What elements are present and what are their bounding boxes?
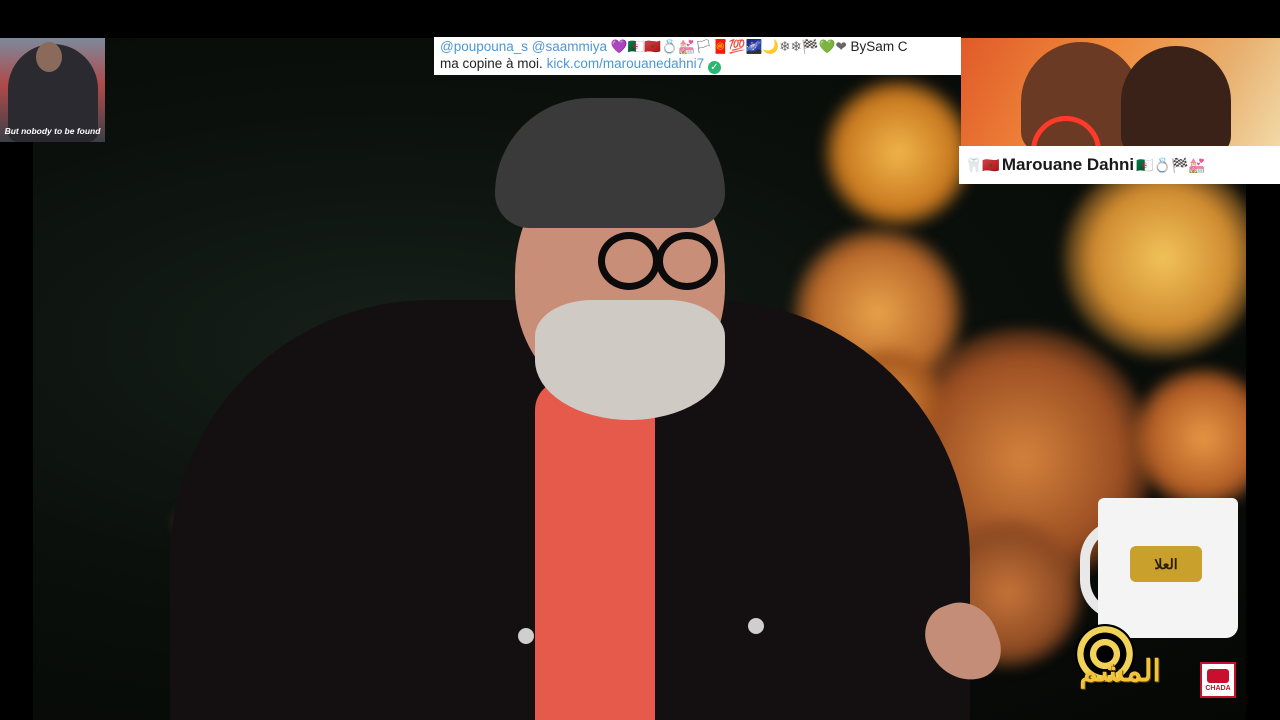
mug-logo: العلا	[1130, 546, 1202, 582]
thumbnail-face	[36, 42, 62, 72]
chat-message-text: ma copine à moi.	[440, 56, 543, 71]
show-logo-text: المشم	[1079, 654, 1161, 688]
chat-line-1: @poupouna_s @saammiya 💜🇩🇿🇲🇦💍💒🏳🧧💯🌌🌙❄❄🏁💚❤ …	[440, 38, 955, 55]
verified-check-icon: ✓	[707, 61, 721, 74]
streamer-name-bar: 🦷🇲🇦 Marouane Dahni 🇩🇿💍🏁💒	[959, 146, 1280, 184]
glasses-right-lens	[656, 232, 718, 290]
channel-logo: CHADA	[1200, 662, 1236, 698]
chat-line-2: ma copine à moi. kick.com/marouanedahni7…	[440, 55, 955, 74]
chat-message-banner: @poupouna_s @saammiya 💜🇩🇿🇲🇦💍💒🏳🧧💯🌌🌙❄❄🏁💚❤ …	[434, 37, 961, 75]
glasses-left-lens	[598, 232, 660, 290]
name-suffix-emojis: 🇩🇿💍🏁💒	[1136, 156, 1206, 173]
person-beard	[535, 300, 725, 420]
chat-mention[interactable]: @poupouna_s	[440, 39, 528, 54]
chat-mention[interactable]: @saammiya	[532, 39, 607, 54]
bokeh-light	[823, 78, 973, 228]
overlay-thumbnail-right	[961, 38, 1280, 146]
thumbnail-caption: But nobody to be found	[4, 126, 101, 136]
chat-link[interactable]: kick.com/marouanedahni7	[547, 56, 705, 71]
bokeh-light	[1133, 368, 1246, 508]
person-shirt	[535, 380, 655, 720]
name-prefix-emojis: 🦷🇲🇦	[965, 156, 1000, 173]
channel-logo-icon	[1207, 668, 1229, 683]
streamer-name: Marouane Dahni	[1001, 155, 1135, 174]
chat-emojis: 💜🇩🇿🇲🇦💍💒🏳🧧💯🌌🌙❄❄🏁💚❤	[610, 39, 847, 54]
chat-author: BySam C	[850, 39, 908, 54]
show-logo: المشم	[1058, 622, 1182, 694]
overlay-thumbnail-left: But nobody to be found	[0, 38, 105, 142]
channel-logo-label: CHADA	[1205, 684, 1231, 692]
jacket-button	[518, 628, 534, 644]
jacket-button	[748, 618, 764, 634]
bokeh-light	[1063, 158, 1246, 358]
thumbnail-figure	[1121, 46, 1231, 146]
